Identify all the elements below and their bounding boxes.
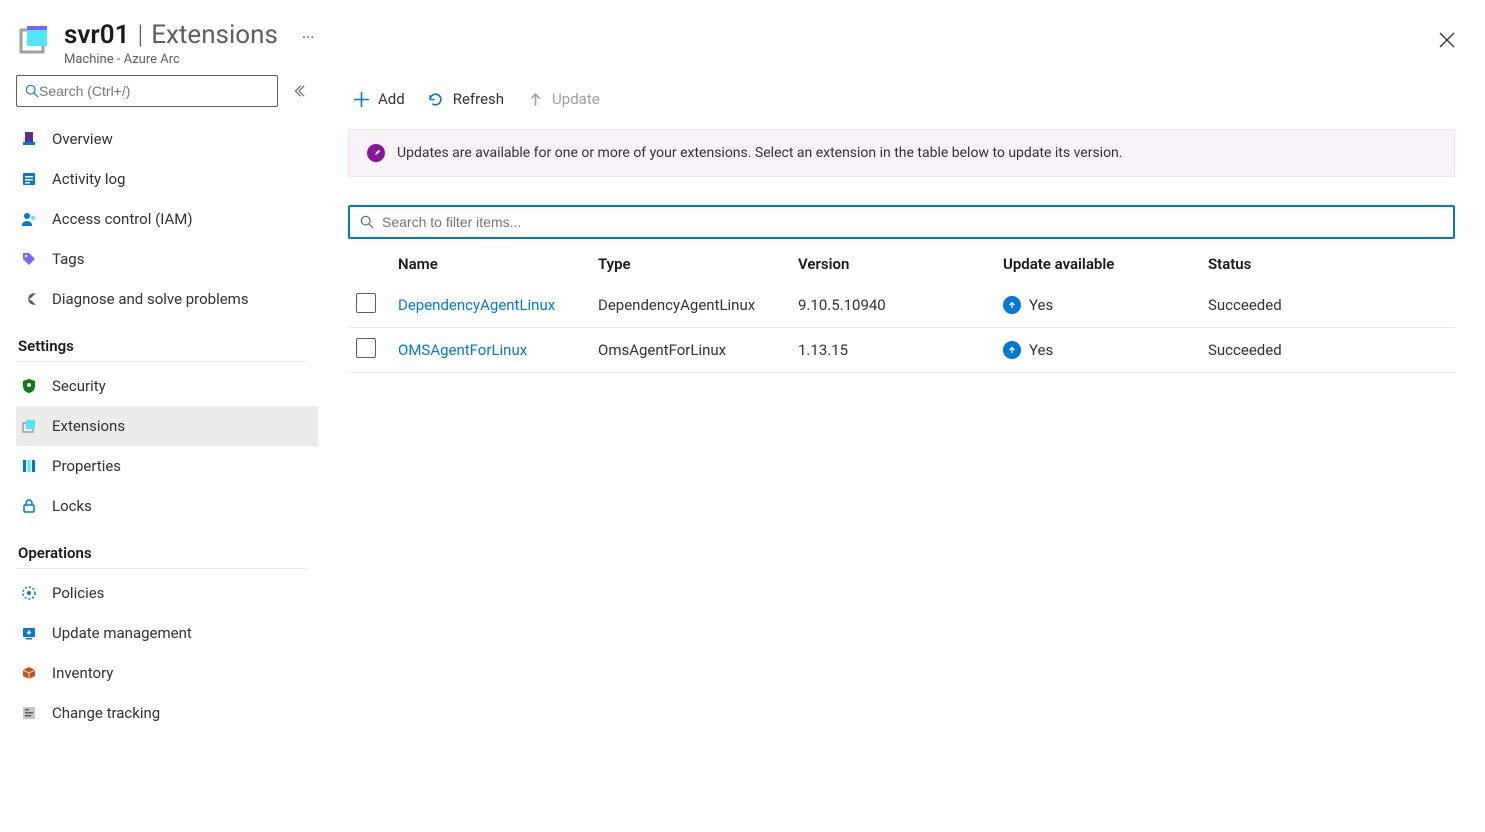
toolbar: Add Refresh Update <box>348 75 1455 123</box>
update-value: Yes <box>1029 341 1053 359</box>
nav-tags[interactable]: Tags <box>16 239 318 279</box>
nav-locks[interactable]: Locks <box>16 486 318 526</box>
nav-inventory[interactable]: Inventory <box>16 653 318 693</box>
extensions-table: Name Type Version Update available Statu… <box>348 243 1455 373</box>
section-title: Extensions <box>151 20 278 50</box>
refresh-button[interactable]: Refresh <box>427 90 504 108</box>
nav-update-management[interactable]: Update management <box>16 613 318 653</box>
nav-label: Properties <box>52 457 121 475</box>
extension-name-link[interactable]: DependencyAgentLinux <box>398 296 555 314</box>
sidebar-search-input[interactable] <box>39 83 269 99</box>
extension-version: 9.10.5.10940 <box>790 283 995 328</box>
add-icon <box>352 90 370 108</box>
info-banner: Updates are available for one or more of… <box>348 129 1455 177</box>
extension-status: Succeeded <box>1200 283 1455 328</box>
col-update[interactable]: Update available <box>995 243 1200 283</box>
row-checkbox[interactable] <box>356 338 376 358</box>
add-button[interactable]: Add <box>352 90 405 108</box>
filter-search[interactable] <box>348 205 1455 239</box>
refresh-label: Refresh <box>453 90 504 108</box>
resource-icon <box>18 24 50 56</box>
nav-label: Access control (IAM) <box>52 210 193 228</box>
title-more-button[interactable]: ··· <box>302 28 315 47</box>
nav-label: Activity log <box>52 170 125 188</box>
sidebar-search[interactable] <box>16 75 278 107</box>
extension-type: OmsAgentForLinux <box>590 328 790 373</box>
col-version[interactable]: Version <box>790 243 995 283</box>
nav-change-tracking[interactable]: Change tracking <box>16 693 318 733</box>
resource-title: svr01 <box>64 20 129 50</box>
nav-label: Extensions <box>52 417 125 435</box>
update-available-icon <box>1003 296 1021 314</box>
resource-subtitle: Machine - Azure Arc <box>64 52 1463 67</box>
policies-icon <box>20 584 38 602</box>
nav-label: Security <box>52 377 106 395</box>
extension-version: 1.13.15 <box>790 328 995 373</box>
update-mgmt-icon <box>20 624 38 642</box>
group-settings-header: Settings <box>16 319 308 362</box>
update-available-icon <box>1003 341 1021 359</box>
nav-policies[interactable]: Policies <box>16 573 318 613</box>
update-button: Update <box>526 90 600 108</box>
row-checkbox[interactable] <box>356 293 376 313</box>
add-label: Add <box>378 90 405 108</box>
group-operations-header: Operations <box>16 526 308 569</box>
iam-icon <box>20 210 38 228</box>
inventory-icon <box>20 664 38 682</box>
main-content: Add Refresh Update Updates are available… <box>318 75 1485 832</box>
sidebar: Overview Activity log Access control (IA… <box>0 75 318 832</box>
overview-icon <box>20 130 38 148</box>
collapse-sidebar-button[interactable] <box>284 76 314 106</box>
nav-label: Overview <box>52 130 113 148</box>
filter-input[interactable] <box>382 214 1443 230</box>
sidebar-nav[interactable]: Overview Activity log Access control (IA… <box>16 119 318 832</box>
table-row[interactable]: DependencyAgentLinux DependencyAgentLinu… <box>348 283 1455 328</box>
search-icon <box>360 215 374 229</box>
nav-label: Locks <box>52 497 92 515</box>
nav-label: Inventory <box>52 664 113 682</box>
refresh-icon <box>427 90 445 108</box>
extension-type: DependencyAgentLinux <box>590 283 790 328</box>
title-separator: | <box>137 20 143 50</box>
change-tracking-icon <box>20 704 38 722</box>
security-icon <box>20 377 38 395</box>
update-value: Yes <box>1029 296 1053 314</box>
search-icon <box>25 84 39 98</box>
nav-label: Update management <box>52 624 192 642</box>
nav-extensions[interactable]: Extensions <box>16 406 318 446</box>
rocket-icon <box>367 144 385 162</box>
col-type[interactable]: Type <box>590 243 790 283</box>
extension-status: Succeeded <box>1200 328 1455 373</box>
update-label: Update <box>552 90 600 108</box>
nav-label: Change tracking <box>52 704 160 722</box>
diagnose-icon <box>20 290 38 308</box>
blade-header: svr01 | Extensions ··· Machine - Azure A… <box>0 0 1485 75</box>
properties-icon <box>20 457 38 475</box>
col-status[interactable]: Status <box>1200 243 1455 283</box>
col-name[interactable]: Name <box>390 243 590 283</box>
table-row[interactable]: OMSAgentForLinux OmsAgentForLinux 1.13.1… <box>348 328 1455 373</box>
locks-icon <box>20 497 38 515</box>
extensions-icon <box>20 417 38 435</box>
nav-label: Tags <box>52 250 84 268</box>
nav-diagnose[interactable]: Diagnose and solve problems <box>16 279 318 319</box>
nav-label: Policies <box>52 584 104 602</box>
activity-log-icon <box>20 170 38 188</box>
tags-icon <box>20 250 38 268</box>
nav-overview[interactable]: Overview <box>16 119 318 159</box>
banner-text: Updates are available for one or more of… <box>397 145 1122 161</box>
close-button[interactable] <box>1435 28 1459 52</box>
nav-activity-log[interactable]: Activity log <box>16 159 318 199</box>
update-icon <box>526 90 544 108</box>
extension-name-link[interactable]: OMSAgentForLinux <box>398 341 527 359</box>
nav-label: Diagnose and solve problems <box>52 290 249 308</box>
nav-properties[interactable]: Properties <box>16 446 318 486</box>
nav-security[interactable]: Security <box>16 366 318 406</box>
nav-access-control[interactable]: Access control (IAM) <box>16 199 318 239</box>
